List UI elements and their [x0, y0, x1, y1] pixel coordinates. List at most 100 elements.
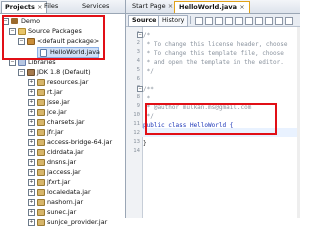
tree-node-label: Demo: [21, 17, 40, 25]
history-button-label: History: [162, 17, 185, 24]
expand-toggle-icon[interactable]: +: [28, 209, 35, 216]
java-file-icon: [40, 49, 47, 57]
line-number: 13: [133, 139, 140, 145]
project-icon: [11, 18, 18, 24]
tree-node-label: jaccess.jar: [47, 168, 81, 176]
tree-node-label: JDK 1.8 (Default): [37, 68, 91, 76]
tab-projects[interactable]: Projects ×: [1, 1, 47, 13]
tree-node-label: jfr.jar: [47, 128, 64, 136]
code-editor[interactable]: /* * To change this license header, choo…: [143, 27, 300, 218]
folder-icon: [18, 28, 26, 35]
code-line: * To change this template file, choose: [143, 50, 284, 57]
fold-toggle-icon[interactable]: −: [137, 86, 143, 92]
tree-node-label: <default package>: [37, 37, 100, 45]
shift-right-icon[interactable]: [275, 17, 283, 25]
tree-node-helloworld-java[interactable]: HelloWorld.java: [37, 47, 100, 58]
tab-projects-label: Projects: [5, 3, 35, 11]
fold-toggle-icon[interactable]: −: [137, 32, 143, 38]
find-icon[interactable]: [215, 17, 223, 25]
editor-tab-bar: Start Page × HelloWorld.java ×: [126, 0, 300, 14]
line-number: 10: [133, 112, 140, 118]
line-number: 14: [133, 148, 140, 154]
expand-toggle-icon[interactable]: +: [28, 189, 35, 196]
tab-start-page[interactable]: Start Page ×: [128, 1, 177, 12]
tree-node-label: jsse.jar: [47, 98, 70, 106]
expand-toggle-icon[interactable]: +: [28, 199, 35, 206]
toggle-highlight-icon[interactable]: [245, 17, 253, 25]
line-number: 3: [136, 49, 140, 55]
line-number: 2: [136, 40, 140, 46]
expand-toggle-icon[interactable]: +: [28, 79, 35, 86]
collapse-toggle-icon[interactable]: −: [2, 18, 9, 25]
jar-icon: [37, 179, 45, 186]
editor-toolbar: Source History: [126, 14, 300, 27]
tab-start-page-label: Start Page: [132, 2, 166, 10]
expand-toggle-icon[interactable]: +: [28, 109, 35, 116]
tree-node-label: Libraries: [28, 58, 56, 66]
expand-toggle-icon[interactable]: +: [28, 99, 35, 106]
tree-node-label: nashorn.jar: [47, 198, 84, 206]
jdk-icon: [27, 69, 35, 76]
line-number: 9: [136, 103, 140, 109]
line-number: 11: [133, 121, 140, 127]
code-line: /*: [143, 32, 151, 39]
expand-toggle-icon[interactable]: +: [28, 89, 35, 96]
expand-toggle-icon[interactable]: +: [28, 149, 35, 156]
jar-icon: [37, 209, 45, 216]
package-icon: [27, 38, 35, 45]
projects-panel: Projects × Files Services − Demo − Sourc…: [0, 0, 126, 226]
tree-node-label: Source Packages: [28, 27, 82, 35]
collapse-toggle-icon[interactable]: −: [18, 38, 25, 45]
close-icon[interactable]: ×: [168, 2, 173, 10]
expand-toggle-icon[interactable]: +: [28, 159, 35, 166]
code-line: */: [143, 68, 154, 75]
line-number: 12: [133, 130, 140, 136]
bookmark-icon[interactable]: [255, 17, 263, 25]
expand-toggle-icon[interactable]: +: [28, 139, 35, 146]
tab-helloworld-java[interactable]: HelloWorld.java ×: [174, 1, 250, 13]
code-line: * and open the template in the editor.: [143, 59, 284, 66]
next-occurrence-icon[interactable]: [235, 17, 243, 25]
jar-icon: [37, 139, 45, 146]
tree-node-label: access-bridge-64.jar: [47, 138, 113, 146]
tree-node-label: cldrdata.jar: [47, 148, 84, 156]
previous-occurrence-icon[interactable]: [225, 17, 233, 25]
collapse-toggle-icon[interactable]: −: [18, 69, 25, 76]
tree-node-label: sunjce_provider.jar: [47, 218, 108, 226]
jar-icon: [37, 99, 45, 106]
code-line: /**: [143, 86, 154, 93]
shift-left-icon[interactable]: [265, 17, 273, 25]
projects-tab-bar: Projects × Files Services: [0, 0, 125, 14]
macro-record-icon[interactable]: [285, 17, 293, 25]
expand-toggle-icon[interactable]: +: [28, 129, 35, 136]
code-line-author: * @author mulkan.ms@gmail.com: [143, 104, 252, 111]
collapse-toggle-icon[interactable]: −: [9, 28, 16, 35]
source-button-label: Source: [132, 17, 157, 24]
editor-scrollbar[interactable]: [297, 27, 300, 218]
expand-toggle-icon[interactable]: +: [28, 219, 35, 226]
tree-node-label: localedata.jar: [47, 188, 91, 196]
line-number: 4: [136, 58, 140, 64]
tab-services[interactable]: Services: [79, 1, 112, 12]
close-icon[interactable]: ×: [239, 3, 244, 11]
jar-icon: [37, 89, 45, 96]
expand-toggle-icon[interactable]: +: [28, 119, 35, 126]
forward-icon[interactable]: [205, 17, 213, 25]
back-icon[interactable]: [195, 17, 203, 25]
tab-helloworld-java-label: HelloWorld.java: [179, 3, 237, 11]
history-view-button[interactable]: History: [158, 15, 189, 27]
tab-files[interactable]: Files: [41, 1, 61, 12]
source-view-button[interactable]: Source: [128, 15, 161, 27]
tree-node-label: dnsns.jar: [47, 158, 77, 166]
line-number: 6: [136, 76, 140, 82]
jar-icon: [37, 129, 45, 136]
expand-toggle-icon[interactable]: +: [28, 179, 35, 186]
tab-files-label: Files: [44, 2, 59, 10]
line-number: 8: [136, 94, 140, 100]
collapse-toggle-icon[interactable]: −: [9, 59, 16, 66]
jar-icon: [37, 169, 45, 176]
expand-toggle-icon[interactable]: +: [28, 169, 35, 176]
code-line: */: [143, 113, 154, 120]
jar-icon: [37, 189, 45, 196]
tree-node-label: charsets.jar: [47, 118, 85, 126]
